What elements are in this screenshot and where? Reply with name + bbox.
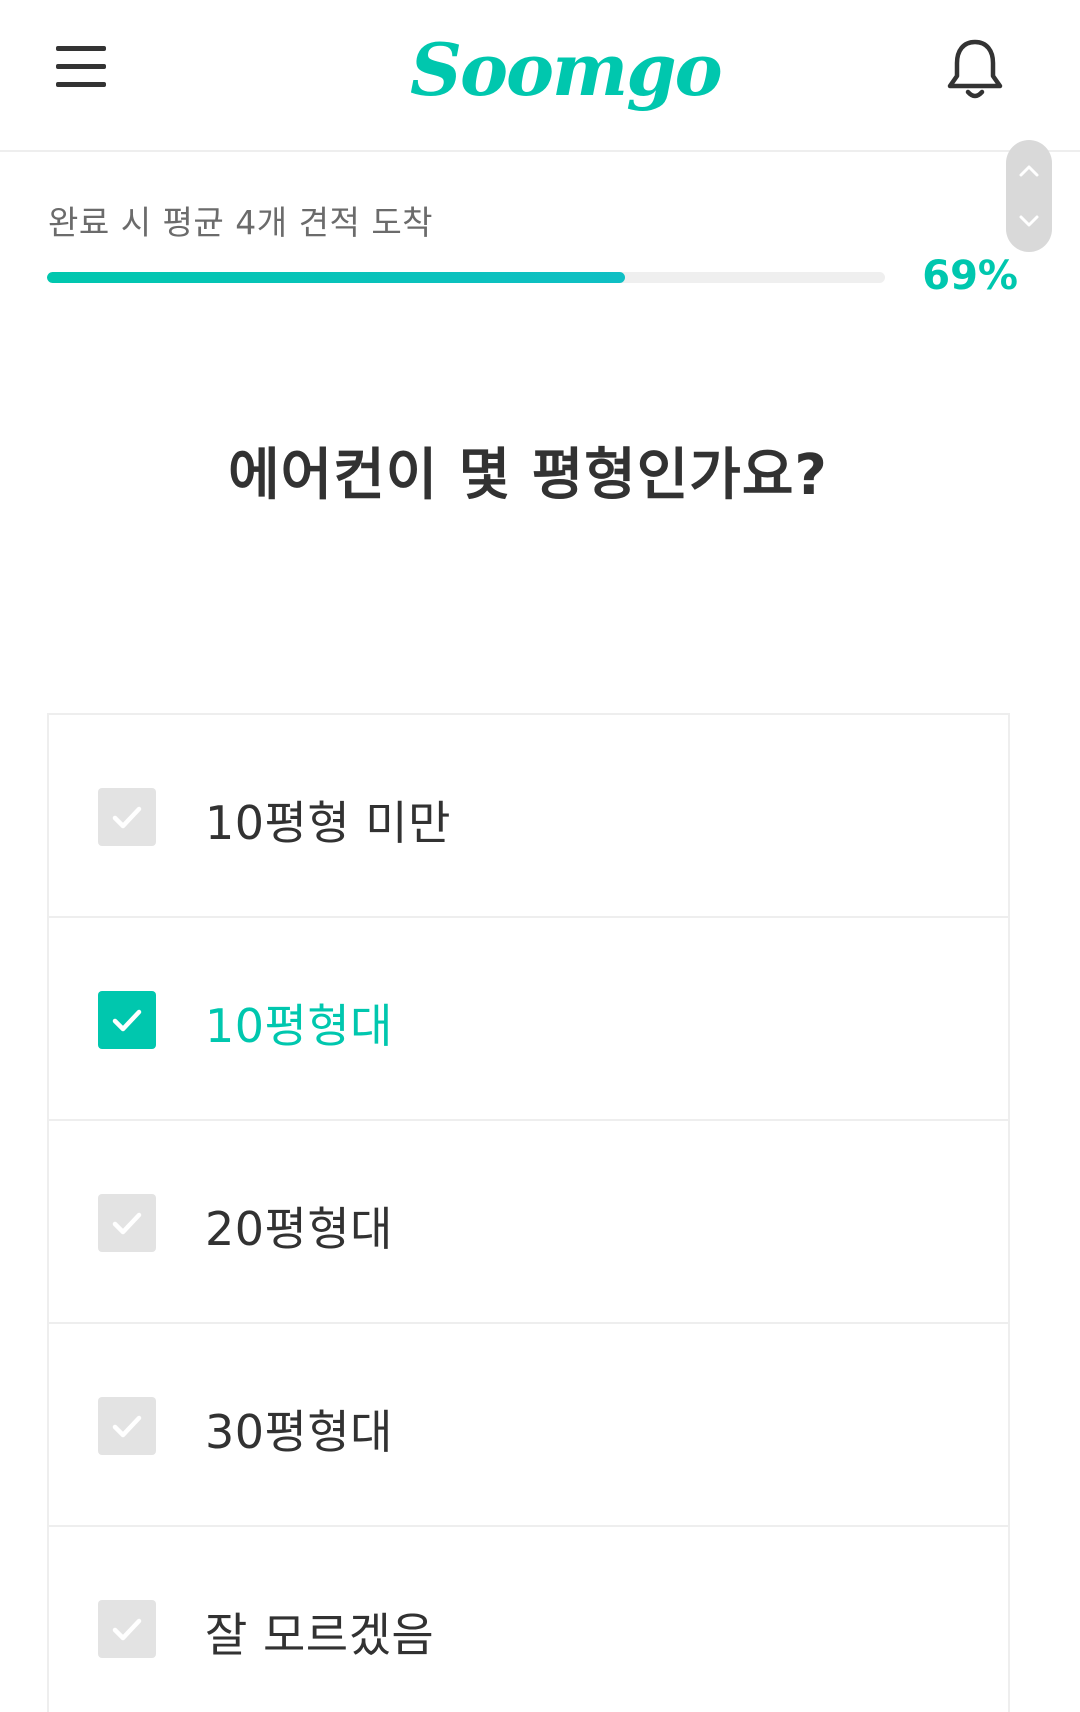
check-icon [112,1415,142,1438]
checkbox[interactable] [98,788,156,846]
check-icon [112,806,142,829]
progress-bar [47,272,885,283]
question-title: 에어컨이 몇 평형인가요? [228,443,828,508]
menu-line [56,82,106,87]
top-header: Soomgo [0,0,1080,152]
option-label: 10평형 미만 [205,796,451,850]
chevron-down-icon[interactable] [1006,198,1052,244]
progress-percent: 69% [922,253,1018,299]
check-icon [112,1009,142,1032]
hamburger-menu-icon[interactable] [56,44,108,90]
check-icon [112,1618,142,1641]
option-item[interactable]: 10평형대 [49,918,1008,1121]
checkbox[interactable] [98,1397,156,1455]
checkbox[interactable] [98,991,156,1049]
scroll-stepper[interactable] [1006,140,1052,252]
option-item[interactable]: 20평형대 [49,1121,1008,1324]
option-label: 10평형대 [205,999,393,1053]
option-item[interactable]: 10평형 미만 [49,715,1008,918]
options-list: 10평형 미만 10평형대 20평형대 30평형대 잘 모르겠음 [47,713,1010,1712]
option-item[interactable]: 30평형대 [49,1324,1008,1527]
checkbox[interactable] [98,1600,156,1658]
app-root: Soomgo 완료 시 평균 4개 견적 도착 69% 에어컨이 몇 평형인가요… [0,0,1080,1712]
menu-line [56,64,106,69]
checkbox[interactable] [98,1194,156,1252]
bell-icon[interactable] [944,36,1006,102]
option-item[interactable]: 잘 모르겠음 [49,1527,1008,1712]
option-label: 잘 모르겠음 [205,1608,435,1662]
option-label: 30평형대 [205,1405,393,1459]
option-label: 20평형대 [205,1202,393,1256]
progress-caption: 완료 시 평균 4개 견적 도착 [48,203,434,242]
menu-line [56,46,106,51]
progress-bar-fill [47,272,626,283]
check-icon [112,1212,142,1235]
chevron-up-icon[interactable] [1006,148,1052,194]
bell-icon-svg [947,39,1003,99]
soomgo-logo[interactable]: Soomgo [410,20,723,120]
